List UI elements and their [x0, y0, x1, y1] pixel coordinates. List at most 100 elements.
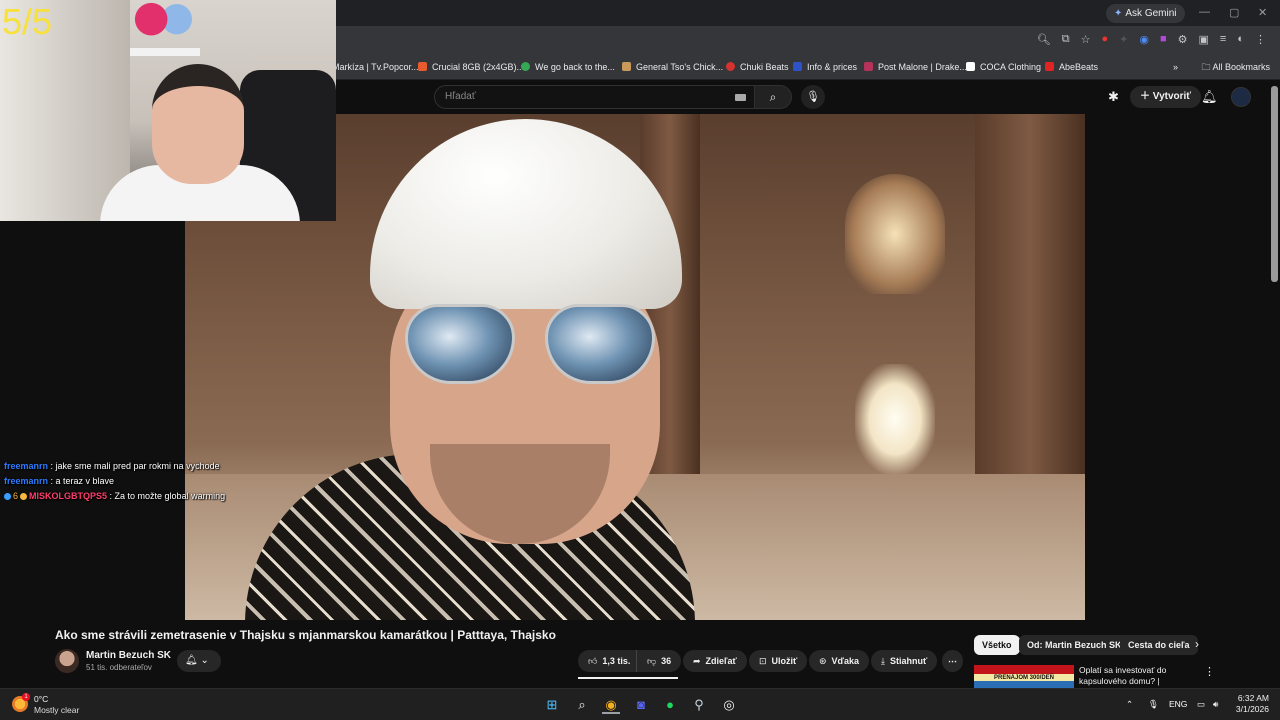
bookmark-favicon-icon [1045, 62, 1054, 71]
extension-opera-icon[interactable]: ● [1102, 33, 1109, 46]
bookmark-item[interactable]: General Tso's Chick... [622, 54, 723, 80]
webcam-plush-toys [132, 0, 196, 48]
all-bookmarks-button[interactable]: 🗀 All Bookmarks [1201, 54, 1270, 80]
system-clock[interactable]: 6:32 AM 3/1/2026 [1229, 693, 1269, 715]
bookmark-star-icon[interactable]: ☆ [1081, 33, 1091, 46]
browser-menu-icon[interactable]: ⋮ [1255, 33, 1266, 46]
volume-icon[interactable]: 🔊︎ [1213, 699, 1218, 710]
thanks-button[interactable]: ⊛ Vďaka [809, 650, 870, 672]
chevron-right-icon[interactable]: › [1195, 637, 1199, 651]
zoom-icon[interactable]: 🔍︎ [1037, 33, 1051, 46]
input-language[interactable]: ENG [1169, 699, 1187, 709]
install-app-icon[interactable]: ⧉ [1062, 33, 1070, 46]
maximize-button[interactable]: ▢ [1229, 6, 1239, 19]
sunglasses-lens-left [405, 304, 515, 384]
keyboard-icon[interactable] [735, 94, 746, 101]
save-button[interactable]: ⊡ Uložiť [749, 650, 808, 672]
thanks-label: Vďaka [831, 656, 860, 666]
bookmark-item[interactable]: COCA Clothing [966, 54, 1041, 80]
download-button[interactable]: ⤓ Stiahnuť [871, 650, 938, 672]
bookmark-item[interactable]: Crucial 8GB (2x4GB)... [418, 54, 524, 80]
share-button[interactable]: ➦ Zdieľať [683, 650, 747, 672]
subscription-bell-button[interactable]: 🔔︎ ⌄ [177, 650, 221, 672]
create-label: Vytvoriť [1152, 91, 1192, 102]
thanks-heart-icon: ⊛ [819, 656, 827, 666]
chevron-down-icon: ⌄ [200, 655, 209, 666]
channel-name[interactable]: Martin Bezuch SK [86, 650, 171, 661]
tab-search-icon[interactable]: ▣ [1199, 33, 1209, 46]
video-title: Ako sme strávili zemetrasenie v Thajsku … [55, 628, 556, 642]
search-input[interactable]: Hľadať [434, 85, 754, 109]
save-label: Uložiť [771, 656, 798, 666]
windows-start-icon[interactable]: ⊞ [543, 696, 561, 714]
folder-icon: 🗀 [1201, 62, 1213, 72]
account-avatar[interactable] [1231, 87, 1251, 107]
chat-message: 6 MISKOLGBTQPS5 : Za to možte global warm… [0, 489, 400, 504]
bookmark-item[interactable]: We go back to the... [521, 54, 615, 80]
temple-window-light [845, 174, 945, 294]
bookmark-label: Post Malone | Drake... [878, 62, 967, 72]
media-control-icon[interactable]: ≡ [1220, 33, 1226, 46]
chat-username: MISKOLGBTQPS5 [29, 491, 108, 501]
weather-condition[interactable]: Mostly clear [34, 705, 79, 715]
gemini-assistant-icon[interactable]: ✱ [1108, 89, 1119, 105]
extension-dot-icon[interactable]: ✦ [1119, 33, 1128, 46]
bookmarks-overflow-icon[interactable]: » [1173, 54, 1178, 80]
tray-chevron-up-icon[interactable]: ⌃ [1126, 699, 1133, 710]
close-button[interactable]: ✕ [1258, 6, 1267, 19]
steam-icon[interactable]: ⚲ [690, 696, 708, 714]
discord-icon[interactable]: ◙ [632, 696, 650, 714]
spotify-icon[interactable]: ● [661, 696, 679, 714]
windows-taskbar: 1 0°C Mostly clear ⊞ ⌕ ◉ ◙ ● ⚲ ◎ ⌃ 🎙︎ EN… [0, 688, 1280, 720]
search-button[interactable]: ⌕ [754, 85, 792, 109]
chrome-icon[interactable]: ◉ [602, 696, 620, 714]
extension-sound-icon[interactable]: ◉ [1139, 33, 1149, 46]
bookmark-item[interactable]: Markíza | Tv.Popcor... [332, 54, 419, 80]
bookmark-favicon-icon [622, 62, 631, 71]
temperature[interactable]: 0°C [34, 694, 48, 704]
bookmark-label: Markíza | Tv.Popcor... [332, 62, 419, 72]
search-icon: ⌕ [769, 90, 777, 104]
channel-avatar[interactable] [55, 649, 79, 673]
search-icon[interactable]: ⌕ [573, 696, 591, 714]
share-icon: ➦ [693, 656, 701, 666]
download-icon: ⤓ [881, 656, 885, 666]
extension-purple-icon[interactable]: ■ [1160, 33, 1167, 46]
notifications-bell-icon[interactable]: 🔔︎ [1201, 89, 1218, 105]
extensions-puzzle-icon[interactable]: ⚙ [1178, 33, 1188, 46]
dislike-count: 36 [661, 656, 672, 666]
voice-search-button[interactable]: 🎙︎ [801, 85, 825, 109]
address-bar[interactable]: 🔍︎ ⧉ ☆ ● ✦ ◉ ■ ⚙ ▣ ≡ ◐ ⋮ [336, 28, 1280, 54]
chat-text: : Za to možte global warming [107, 491, 226, 501]
chip-from-channel[interactable]: Od: Martin Bezuch SK [1019, 635, 1130, 655]
bookmark-favicon-icon [726, 62, 735, 71]
hard-hat [370, 119, 682, 309]
clock-time: 6:32 AM [1237, 693, 1269, 703]
like-button[interactable]: 👍︎ 1,3 tis. [578, 650, 641, 672]
ask-gemini-button[interactable]: ✦ Ask Gemini [1106, 4, 1185, 23]
recommended-thumbnail[interactable]: PRENÁJOM 300/DEŇ [974, 665, 1074, 688]
chip-related[interactable]: Cesta do cieľa [1120, 635, 1198, 655]
more-vertical-icon[interactable]: ⋮ [1204, 665, 1215, 678]
bookmark-label: Info & prices [807, 62, 858, 72]
bookmark-item[interactable]: Chuki Beats [726, 54, 789, 80]
chip-all[interactable]: Všetko [974, 635, 1020, 655]
video-info-panel: Ako sme strávili zemetrasenie v Thajsku … [0, 620, 1280, 697]
profile-avatar-icon[interactable]: ◐ [1237, 33, 1244, 46]
stream-chat-overlay: freemanrn : jake sme mali pred par rokmi… [0, 459, 400, 504]
network-icon[interactable]: ▭ [1197, 699, 1205, 710]
minimize-button[interactable]: — [1199, 6, 1210, 18]
dislike-button[interactable]: 👎︎ 36 [636, 650, 682, 672]
bookmark-icon: ⊡ [759, 656, 767, 666]
temple-doorway-light [855, 364, 935, 474]
page-scrollbar[interactable] [1271, 86, 1278, 282]
create-button[interactable]: ＋ Vytvoriť [1130, 86, 1202, 108]
microphone-icon[interactable]: 🎙︎ [1148, 699, 1159, 710]
more-actions-button[interactable]: ⋯ [942, 650, 963, 672]
chat-badge-count: 6 [13, 491, 19, 501]
address-bar-icons: 🔍︎ ⧉ ☆ ● ✦ ◉ ■ ⚙ ▣ ≡ ◐ ⋮ [1037, 33, 1266, 46]
bookmark-item[interactable]: AbeBeats [1045, 54, 1098, 80]
bookmark-item[interactable]: Post Malone | Drake... [864, 54, 967, 80]
bookmark-item[interactable]: Info & prices [793, 54, 857, 80]
obs-icon[interactable]: ◎ [720, 696, 738, 714]
